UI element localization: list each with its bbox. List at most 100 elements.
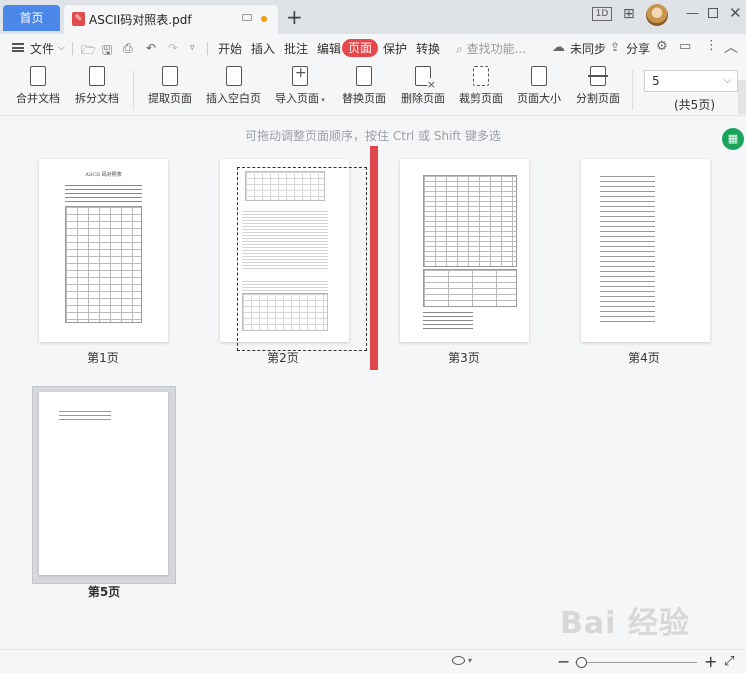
split-doc-icon bbox=[85, 63, 105, 86]
unsaved-dot-icon bbox=[261, 16, 267, 22]
menu-convert[interactable]: 转换 bbox=[416, 40, 440, 57]
page3-table-2 bbox=[423, 269, 517, 307]
tab-document[interactable]: ✎ ASCII码对照表.pdf bbox=[64, 5, 278, 34]
cloud-sync-icon[interactable]: ☁ bbox=[552, 40, 565, 55]
menu-page[interactable]: 页面 bbox=[342, 39, 378, 57]
zoom-slider-track[interactable] bbox=[575, 662, 697, 663]
menu-protect[interactable]: 保护 bbox=[383, 40, 407, 57]
open-folder-icon[interactable]: 🗁 bbox=[81, 41, 96, 62]
menu-file[interactable]: 文件 bbox=[30, 40, 54, 57]
import-label: 导入页面 bbox=[275, 92, 319, 105]
tab-home[interactable]: 首页 bbox=[3, 5, 60, 31]
merge-label: 合并文档 bbox=[16, 92, 60, 105]
print-icon[interactable]: ⎙ bbox=[123, 41, 133, 56]
extract-label: 提取页面 bbox=[148, 92, 192, 105]
crop-page-button[interactable]: 裁剪页面 bbox=[459, 66, 503, 106]
divider bbox=[72, 42, 73, 55]
divider bbox=[133, 70, 134, 110]
eye-icon[interactable] bbox=[452, 656, 465, 665]
page-thumbnail-5[interactable] bbox=[39, 392, 168, 575]
page1-text-block bbox=[65, 182, 142, 202]
insert-blank-label: 插入空白页 bbox=[206, 92, 261, 105]
import-page-button[interactable]: 导入页面 ▾ bbox=[275, 65, 325, 106]
zoom-in-button[interactable]: + bbox=[704, 652, 717, 671]
monitor-icon[interactable] bbox=[242, 14, 252, 21]
fit-screen-icon[interactable]: ⤢ bbox=[724, 654, 734, 669]
menu-icon[interactable] bbox=[12, 43, 24, 52]
merge-docs-button[interactable]: 合并文档 bbox=[16, 63, 60, 106]
menu-bar: 文件 ⌵ 🗁 🖫 ⎙ ↶ ↷ ▿ 开始 插入 批注 编辑 页面 保护 转换 ⌕ … bbox=[0, 34, 746, 62]
close-button[interactable]: ✕ bbox=[729, 4, 742, 22]
chevron-down-icon[interactable]: ⌵ bbox=[723, 71, 731, 91]
page-size-button[interactable]: 页面大小 bbox=[517, 66, 561, 106]
page1-title: ASCII 码对照表 bbox=[85, 172, 122, 178]
import-icon bbox=[291, 65, 308, 86]
apps-grid-icon[interactable]: ⊞ bbox=[623, 6, 635, 22]
more-icon[interactable]: ⋮ bbox=[705, 38, 718, 53]
search-input[interactable]: ⌕ 查找功能... bbox=[456, 40, 526, 57]
replace-page-button[interactable]: 替换页面 bbox=[342, 63, 386, 106]
drag-preview-outline bbox=[237, 167, 367, 351]
avatar[interactable] bbox=[646, 4, 668, 26]
tab-bar: 首页 ✎ ASCII码对照表.pdf + 1D ⊞ — ✕ bbox=[0, 0, 746, 34]
share-button[interactable]: 分享 bbox=[626, 40, 650, 57]
share-icon[interactable]: ⇪ bbox=[610, 40, 620, 54]
insert-blank-button[interactable]: 插入空白页 bbox=[206, 66, 261, 106]
divider bbox=[207, 42, 208, 55]
collapse-ribbon-icon[interactable]: ︿ bbox=[724, 37, 738, 57]
split-page-label: 分割页面 bbox=[576, 92, 620, 105]
zoom-slider-thumb[interactable] bbox=[576, 657, 587, 668]
search-icon: ⌕ bbox=[456, 42, 463, 56]
page3-notes bbox=[423, 309, 473, 331]
page-label-4: 第4页 bbox=[628, 351, 660, 365]
comment-icon[interactable]: ▭ bbox=[679, 39, 691, 54]
page-number-value: 5 bbox=[652, 74, 660, 88]
page-thumbnail-3[interactable] bbox=[400, 159, 529, 342]
status-bar: ▾ − + ⤢ bbox=[0, 649, 746, 673]
replace-label: 替换页面 bbox=[342, 92, 386, 105]
watermark-logo: Bai 经验 bbox=[560, 606, 690, 641]
pdf-icon: ✎ bbox=[72, 12, 85, 26]
reorder-hint: 可拖动调整页面顺序，按住 Ctrl 或 Shift 键多选 bbox=[245, 129, 501, 143]
page-thumbnail-4[interactable] bbox=[581, 159, 710, 342]
chevron-down-icon[interactable]: ▾ bbox=[468, 656, 472, 665]
chevron-down-icon: ▾ bbox=[319, 96, 325, 104]
page-size-icon bbox=[531, 66, 547, 86]
split-page-button[interactable]: 分割页面 bbox=[576, 66, 620, 106]
blank-page-icon bbox=[225, 66, 242, 86]
layout-mode-icon[interactable]: 1D bbox=[592, 7, 612, 21]
ribbon-scroll-handle[interactable] bbox=[738, 80, 746, 114]
replace-icon bbox=[352, 63, 372, 86]
menu-edit[interactable]: 编辑 bbox=[317, 40, 341, 57]
menu-insert[interactable]: 插入 bbox=[251, 40, 275, 57]
save-icon[interactable]: 🖫 bbox=[102, 41, 112, 62]
table-view-icon[interactable]: ▦ bbox=[722, 128, 744, 150]
page-toolbar: 合并文档 拆分文档 提取页面 插入空白页 导入页面 ▾ 替换页面 删除页面 裁剪… bbox=[0, 62, 746, 116]
page4-list bbox=[600, 172, 655, 326]
delete-page-button[interactable]: 删除页面 bbox=[401, 66, 445, 106]
new-tab-button[interactable]: + bbox=[286, 5, 303, 29]
undo-icon[interactable]: ↶ bbox=[146, 41, 156, 55]
page-number-input[interactable]: 5 ⌵ bbox=[644, 70, 738, 92]
menu-annotate[interactable]: 批注 bbox=[284, 40, 308, 57]
quick-access-dropdown-icon[interactable]: ▿ bbox=[190, 43, 195, 53]
search-placeholder: 查找功能... bbox=[466, 42, 527, 56]
menu-start[interactable]: 开始 bbox=[218, 40, 242, 57]
extract-icon bbox=[158, 63, 178, 86]
crop-icon bbox=[473, 66, 489, 86]
delete-page-icon bbox=[415, 66, 436, 91]
maximize-button[interactable] bbox=[708, 8, 718, 18]
zoom-out-button[interactable]: − bbox=[557, 652, 570, 671]
tab-document-title: ASCII码对照表.pdf bbox=[89, 13, 192, 27]
redo-icon[interactable]: ↷ bbox=[168, 41, 178, 55]
minimize-button[interactable]: — bbox=[686, 6, 699, 21]
page-size-label: 页面大小 bbox=[517, 92, 561, 105]
page-label-2: 第2页 bbox=[267, 351, 299, 365]
chevron-down-icon[interactable]: ⌵ bbox=[58, 43, 65, 53]
split-doc-button[interactable]: 拆分文档 bbox=[75, 63, 119, 106]
page-thumbnail-1[interactable]: ASCII 码对照表 bbox=[39, 159, 168, 342]
gear-icon[interactable]: ⚙ bbox=[656, 39, 668, 54]
extract-page-button[interactable]: 提取页面 bbox=[148, 63, 192, 106]
unsync-status[interactable]: 未同步 bbox=[570, 40, 606, 57]
page-label-1: 第1页 bbox=[87, 351, 119, 365]
